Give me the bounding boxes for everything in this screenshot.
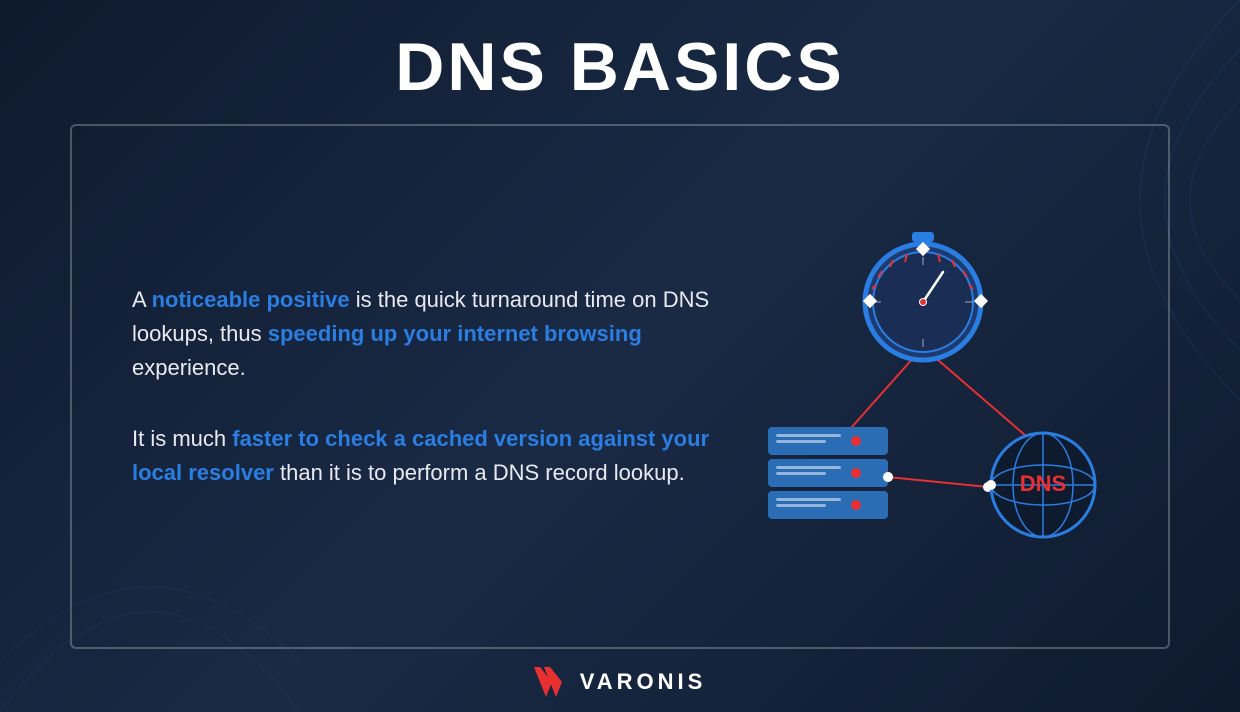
text-content: A noticeable positive is the quick turna…	[132, 283, 718, 489]
paragraph-2: It is much faster to check a cached vers…	[132, 422, 718, 490]
illustration-area: DNS	[738, 227, 1118, 547]
para2-prefix: It is much	[132, 426, 232, 451]
svg-text:DNS: DNS	[1020, 471, 1066, 496]
footer: VARONIS	[534, 649, 707, 712]
title-section: DNS BASICS	[0, 0, 1240, 124]
brand-name: VARONIS	[580, 669, 707, 695]
varonis-logo: VARONIS	[534, 667, 707, 697]
para1-suffix: experience.	[132, 355, 246, 380]
page-wrapper: DNS BASICS A noticeable positive is the …	[0, 0, 1240, 712]
para2-suffix: than it is to perform a DNS record looku…	[274, 460, 685, 485]
para1-highlight2: speeding up your internet browsing	[268, 321, 642, 346]
dns-illustration: DNS	[738, 227, 1118, 547]
page-title: DNS BASICS	[0, 28, 1240, 106]
para1-prefix: A	[132, 287, 152, 312]
paragraph-1: A noticeable positive is the quick turna…	[132, 283, 718, 385]
para1-highlight1: noticeable positive	[152, 287, 350, 312]
content-box: A noticeable positive is the quick turna…	[70, 124, 1170, 649]
varonis-icon	[534, 667, 570, 697]
